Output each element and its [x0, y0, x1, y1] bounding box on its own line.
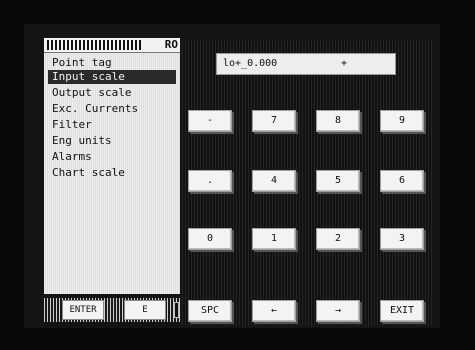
menu-item-filter[interactable]: Filter: [48, 118, 176, 132]
key-decimal[interactable]: .: [188, 170, 232, 192]
key-left-arrow[interactable]: ←: [252, 300, 296, 322]
menu-item-point-tag[interactable]: Point tag: [48, 56, 176, 70]
e-button[interactable]: E: [124, 300, 166, 320]
key-0[interactable]: 0: [188, 228, 232, 250]
key-5[interactable]: 5: [316, 170, 360, 192]
enter-button[interactable]: ENTER: [62, 300, 104, 320]
key-exit[interactable]: EXIT: [380, 300, 424, 322]
menu-item-alarms[interactable]: Alarms: [48, 150, 176, 164]
menu-panel: RO Point tag Input scale Output scale Ex…: [44, 38, 180, 294]
entry-cursor: +: [341, 58, 348, 69]
key-right-arrow[interactable]: →: [316, 300, 360, 322]
entry-field[interactable]: lo+_0.000 +: [216, 53, 396, 75]
menu-item-exc-currents[interactable]: Exc. Currents: [48, 102, 176, 116]
menu-item-output-scale[interactable]: Output scale: [48, 86, 176, 100]
key-4[interactable]: 4: [252, 170, 296, 192]
key-7[interactable]: 7: [252, 110, 296, 132]
menu-item-eng-units[interactable]: Eng units: [48, 134, 176, 148]
key-2[interactable]: 2: [316, 228, 360, 250]
key-9[interactable]: 9: [380, 110, 424, 132]
menu-item-input-scale[interactable]: Input scale: [48, 70, 176, 84]
key-space[interactable]: SPC: [188, 300, 232, 322]
menu-code: RO: [164, 38, 178, 51]
key-1[interactable]: 1: [252, 228, 296, 250]
key-3[interactable]: 3: [380, 228, 424, 250]
key-6[interactable]: 6: [380, 170, 424, 192]
entry-value: lo+_0.000: [223, 58, 278, 69]
menu-header-pattern: [47, 40, 143, 50]
panel-edge-marker: [174, 302, 179, 318]
menu-header: RO: [44, 38, 180, 53]
key-8[interactable]: 8: [316, 110, 360, 132]
menu-item-chart-scale[interactable]: Chart scale: [48, 166, 176, 180]
key-minus[interactable]: -: [188, 110, 232, 132]
